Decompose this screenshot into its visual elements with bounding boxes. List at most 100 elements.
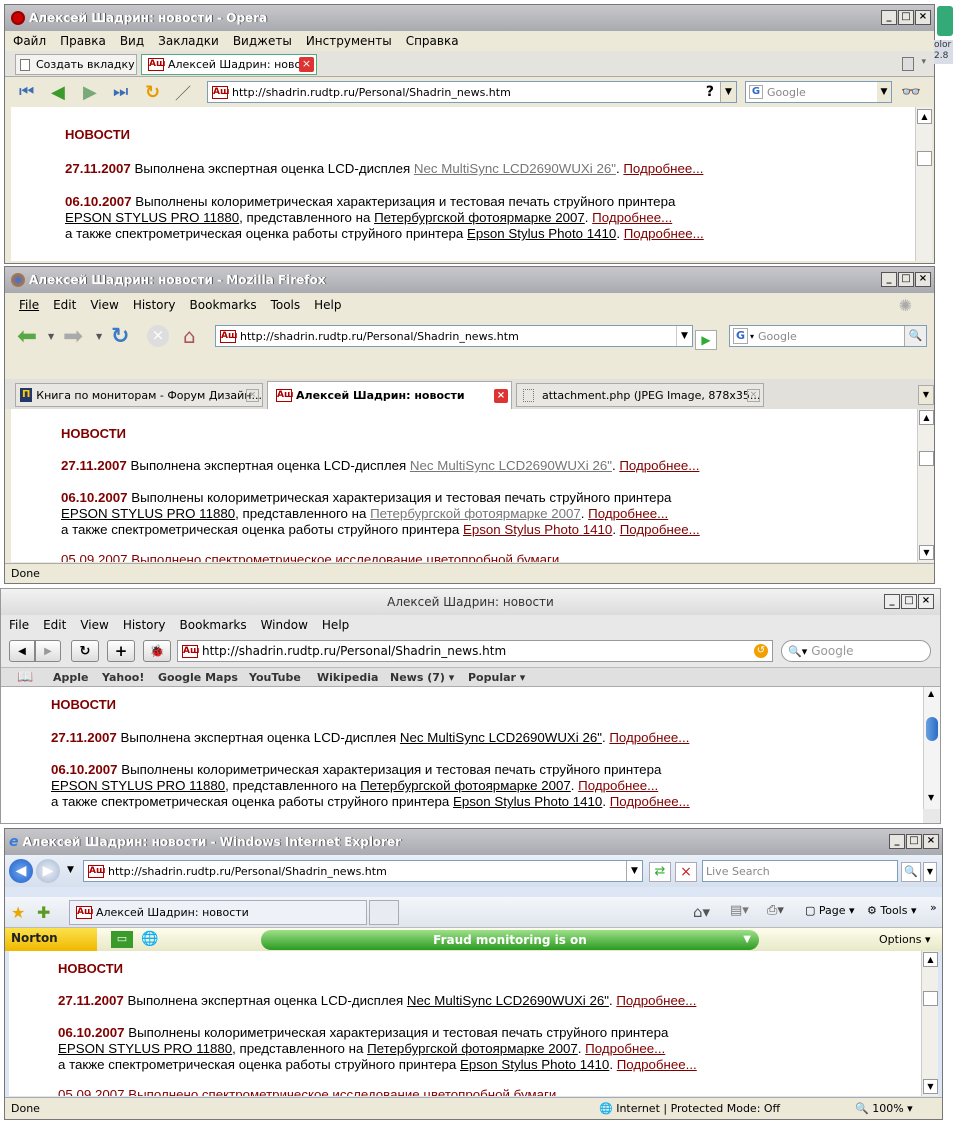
product-link[interactable]: Nec MultiSync LCD2690WUXi 26"	[410, 458, 612, 473]
back-button[interactable]: ◀	[9, 640, 35, 662]
menu-edit[interactable]: Правка	[60, 34, 106, 48]
printer-link[interactable]: Epson Stylus Photo 1410	[463, 522, 612, 537]
more-link[interactable]: Подробнее...	[585, 1041, 665, 1056]
fair-link[interactable]: Петербургской фотоярмарке 2007	[360, 778, 571, 793]
chevron-down-icon[interactable]: ▾	[921, 57, 926, 67]
printer-link[interactable]: Epson Stylus Photo 1410	[460, 1057, 609, 1072]
product-link[interactable]: Nec MultiSync LCD2690WUXi 26"	[414, 161, 616, 176]
minimize-button[interactable]: _	[884, 594, 900, 609]
dropdown-arrow-icon[interactable]: ▼	[877, 82, 891, 102]
fair-link[interactable]: Петербургской фотоярмарке 2007	[374, 210, 585, 225]
search-icon[interactable]: 🔍▾	[788, 645, 807, 658]
home-icon[interactable]: ⌂	[183, 324, 196, 348]
chevron-down-icon[interactable]: ▼	[67, 865, 74, 875]
tab-active[interactable]: Aш Алексей Шадрин: новости	[69, 900, 367, 925]
more-link[interactable]: Подробнее...	[588, 506, 668, 521]
scroll-thumb[interactable]	[923, 991, 938, 1006]
more-link[interactable]: Подробнее...	[619, 458, 699, 473]
menu-view[interactable]: View	[80, 618, 108, 632]
menu-history[interactable]: History	[123, 618, 166, 632]
close-tab-icon[interactable]: ×	[747, 388, 760, 402]
vertical-scrollbar[interactable]: ▲ ▼	[923, 687, 940, 809]
back-icon[interactable]: ⬅	[17, 322, 37, 350]
printer-link[interactable]: Epson Stylus Photo 1410	[467, 226, 616, 241]
close-button[interactable]: ×	[915, 272, 931, 287]
more-link[interactable]: Подробнее...	[610, 794, 690, 809]
tools-menu[interactable]: ⚙ Tools ▾	[867, 904, 917, 917]
forward-button[interactable]: ▶	[35, 640, 61, 662]
scroll-up-icon[interactable]: ▲	[923, 952, 938, 967]
tab-forum[interactable]: П Книга по мониторам - Форум Дизайн... ×	[15, 383, 263, 407]
vertical-scrollbar[interactable]: ▲	[915, 107, 932, 261]
close-button[interactable]: ×	[915, 10, 931, 25]
bookmark-google-maps[interactable]: Google Maps	[158, 671, 238, 684]
chevron-down-icon[interactable]: ▼	[48, 332, 54, 341]
more-link[interactable]: Подробнее...	[624, 226, 704, 241]
dropdown-arrow-icon[interactable]: ▼	[626, 861, 642, 881]
more-link[interactable]: Подробнее...	[578, 778, 658, 793]
forward-icon[interactable]: ➡	[63, 322, 83, 350]
maximize-button[interactable]: □	[906, 834, 922, 849]
printer-link[interactable]: EPSON STYLUS PRO 11880	[51, 778, 225, 793]
printer-link[interactable]: EPSON STYLUS PRO 11880	[58, 1041, 232, 1056]
bookmark-apple[interactable]: Apple	[53, 671, 89, 684]
zoom-control[interactable]: 🔍 100% ▾	[855, 1102, 913, 1115]
search-icon[interactable]: 🔍	[901, 862, 921, 882]
stop-icon[interactable]: ×	[675, 862, 697, 882]
bug-report-button[interactable]: 🐞	[143, 640, 171, 662]
menu-file[interactable]: File	[19, 298, 39, 312]
menu-help[interactable]: Справка	[406, 34, 459, 48]
back-icon[interactable]: ◀	[9, 859, 33, 883]
menu-view[interactable]: View	[90, 298, 118, 312]
bookmark-popular[interactable]: Popular ▾	[468, 671, 525, 684]
scroll-down-icon[interactable]: ▼	[928, 793, 934, 802]
close-button[interactable]: ×	[918, 594, 934, 609]
menu-file[interactable]: File	[9, 618, 29, 632]
add-bookmark-button[interactable]: +	[107, 640, 135, 662]
vertical-scrollbar[interactable]: ▲ ▼	[921, 951, 938, 1096]
more-link[interactable]: Подробнее...	[592, 210, 672, 225]
address-bar[interactable]: Aш http://shadrin.rudtp.ru/Personal/Shad…	[215, 325, 693, 347]
new-tab-button[interactable]: Создать вкладку	[15, 54, 137, 75]
back-icon[interactable]: ◀	[51, 82, 65, 103]
search-input[interactable]: Live Search	[702, 860, 898, 882]
menu-history[interactable]: History	[133, 298, 176, 312]
menu-edit[interactable]: Edit	[53, 298, 76, 312]
more-link[interactable]: Подробнее...	[620, 522, 700, 537]
menu-file[interactable]: Файл	[13, 34, 46, 48]
more-link[interactable]: Подробнее...	[617, 1057, 697, 1072]
address-bar[interactable]: Aш http://shadrin.rudtp.ru/Personal/Shad…	[177, 640, 773, 662]
scroll-thumb[interactable]	[919, 451, 934, 466]
rewind-icon[interactable]: ⏮	[19, 82, 34, 102]
scroll-up-icon[interactable]: ▲	[917, 109, 932, 124]
options-menu[interactable]: Options ▾	[879, 933, 930, 946]
chevron-down-icon[interactable]: ▾	[750, 332, 754, 341]
close-button[interactable]: ×	[923, 834, 939, 849]
fast-forward-icon[interactable]: ⏭	[113, 82, 128, 102]
menu-help[interactable]: Help	[322, 618, 349, 632]
maximize-button[interactable]: □	[901, 594, 917, 609]
forward-icon[interactable]: ▶	[83, 82, 97, 103]
help-icon[interactable]: ?	[706, 84, 714, 100]
menu-edit[interactable]: Edit	[43, 618, 66, 632]
menu-window[interactable]: Window	[261, 618, 308, 632]
dropdown-arrow-icon[interactable]: ▼	[720, 82, 736, 102]
search-input[interactable]: G Google ▼	[745, 81, 892, 103]
print-icon[interactable]: ⎙▾	[767, 903, 784, 918]
forward-icon[interactable]: ▶	[36, 859, 60, 883]
home-icon[interactable]: ⌂▾	[693, 903, 710, 921]
address-bar[interactable]: Aш http://shadrin.rudtp.ru/Personal/Shad…	[207, 81, 737, 103]
printer-link[interactable]: EPSON STYLUS PRO 11880	[61, 506, 235, 521]
tab-active[interactable]: Aш Алексей Шадрин: ново... ×	[141, 54, 317, 75]
fair-link[interactable]: Петербургской фотоярмарке 2007	[370, 506, 581, 521]
reload-icon[interactable]: ↻	[111, 324, 129, 349]
more-link[interactable]: Подробнее...	[623, 161, 703, 176]
tab-list-icon[interactable]: ▼	[918, 385, 934, 405]
scroll-up-icon[interactable]: ▲	[928, 689, 934, 698]
scroll-down-icon[interactable]: ▼	[919, 545, 934, 560]
menu-widgets[interactable]: Виджеты	[233, 34, 292, 48]
product-link[interactable]: Nec MultiSync LCD2690WUXi 26"	[400, 730, 602, 745]
bookmark-wikipedia[interactable]: Wikipedia	[317, 671, 378, 684]
scroll-thumb[interactable]	[917, 151, 932, 166]
norton-ok-icon[interactable]: ▭	[111, 931, 133, 948]
